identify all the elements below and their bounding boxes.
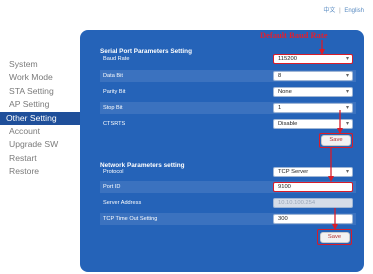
lang-chinese-link[interactable]: 中文: [323, 8, 335, 14]
sidebar-item-work-mode[interactable]: Work Mode: [0, 71, 86, 84]
port-id-input[interactable]: 9100: [273, 182, 353, 192]
protocol-row: Protocol TCP Server: [100, 166, 356, 178]
stop-bit-label: Stop Bit: [103, 105, 123, 111]
parity-bit-select[interactable]: None: [273, 87, 353, 97]
network-save-button[interactable]: Save: [319, 231, 350, 243]
protocol-select[interactable]: TCP Server: [273, 167, 353, 177]
tcp-timeout-input[interactable]: 300: [273, 214, 353, 224]
baud-rate-label: Baud Rate: [103, 56, 130, 62]
protocol-label: Protocol: [103, 169, 124, 175]
baud-rate-select[interactable]: 115200: [273, 54, 353, 64]
sidebar-item-restore[interactable]: Restore: [0, 165, 86, 178]
data-bit-row: Data Bit 8: [100, 70, 356, 82]
port-id-row: Port ID 9100: [100, 181, 356, 193]
sidebar-item-system[interactable]: System: [0, 58, 86, 71]
parity-bit-row: Parity Bit None: [100, 86, 356, 98]
data-bit-label: Data Bit: [103, 73, 123, 79]
sidebar-item-upgrade-sw[interactable]: Upgrade SW: [0, 138, 86, 151]
baud-rate-row: Baud Rate 115200: [100, 53, 356, 65]
server-address-input[interactable]: 10.10.100.254: [273, 198, 353, 208]
serial-save-button[interactable]: Save: [321, 135, 351, 146]
cts-rts-row: CTSRTS Disable: [100, 118, 356, 130]
stop-bit-select[interactable]: 1: [273, 103, 353, 113]
sidebar-item-restart[interactable]: Restart: [0, 152, 86, 165]
sidebar-nav: System Work Mode STA Setting AP Setting …: [0, 58, 86, 179]
server-address-row: Server Address 10.10.100.254: [100, 197, 356, 209]
sidebar-item-ap-setting[interactable]: AP Setting: [0, 98, 86, 111]
tcp-timeout-row: TCP Time Out Setting 300: [100, 213, 356, 225]
sidebar-item-sta-setting[interactable]: STA Setting: [0, 85, 86, 98]
parity-bit-label: Parity Bit: [103, 89, 126, 95]
cts-rts-label: CTSRTS: [103, 121, 126, 127]
tcp-timeout-label: TCP Time Out Setting: [103, 216, 158, 222]
sidebar-item-other-setting[interactable]: Other Setting: [0, 111, 86, 125]
port-id-label: Port ID: [103, 184, 121, 190]
lang-separator: |: [339, 8, 341, 14]
lang-english-link[interactable]: English: [344, 8, 364, 14]
default-baud-rate-annotation: Default Baud Rate: [260, 30, 328, 40]
server-address-label: Server Address: [103, 200, 142, 206]
sidebar-item-account[interactable]: Account: [0, 125, 86, 138]
cts-rts-select[interactable]: Disable: [273, 119, 353, 129]
data-bit-select[interactable]: 8: [273, 71, 353, 81]
language-switch: 中文 | English: [322, 5, 365, 14]
stop-bit-row: Stop Bit 1: [100, 102, 356, 114]
